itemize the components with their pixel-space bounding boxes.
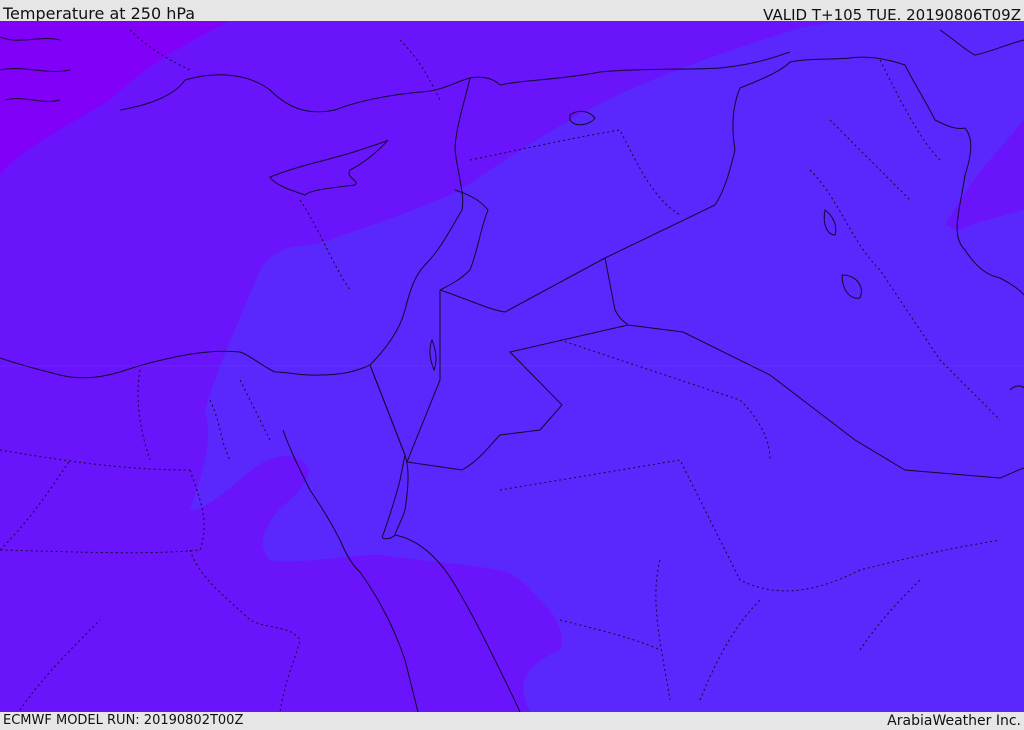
footer-bar: ECMWF MODEL RUN: 20190802T00Z ArabiaWeat… (0, 712, 1024, 729)
model-run-label: ECMWF MODEL RUN: 20190802T00Z (3, 713, 244, 728)
credit-label: ArabiaWeather Inc. (887, 713, 1021, 729)
temperature-map[interactable] (0, 21, 1024, 712)
map-canvas (0, 21, 1024, 712)
header-bar: Temperature at 250 hPa VALID T+105 TUE. … (0, 0, 1024, 24)
